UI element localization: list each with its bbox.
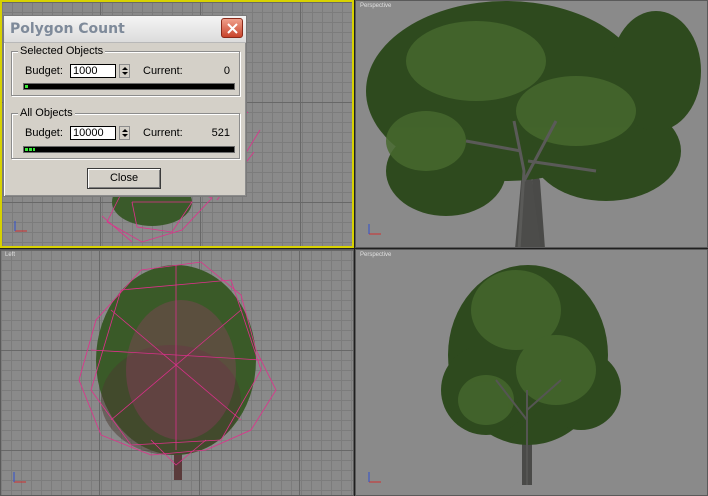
dialog-title: Polygon Count bbox=[10, 21, 125, 37]
spinner-up-icon[interactable] bbox=[122, 67, 128, 70]
close-icon[interactable] bbox=[221, 18, 243, 38]
viewport-bottom-right[interactable]: Perspective bbox=[355, 249, 708, 496]
spinner-up-icon[interactable] bbox=[122, 129, 128, 132]
dialog-titlebar[interactable]: Polygon Count bbox=[4, 16, 246, 43]
selected-budget-input[interactable]: 1000 bbox=[70, 64, 116, 78]
polygon-count-dialog: Polygon Count Selected Objects Budget: 1… bbox=[3, 15, 247, 197]
all-budget-input[interactable]: 10000 bbox=[70, 126, 116, 140]
all-current-value: 521 bbox=[211, 127, 230, 139]
current-label: Current: bbox=[143, 65, 183, 77]
current-label: Current: bbox=[143, 127, 183, 139]
axis-gizmo-icon bbox=[368, 472, 381, 483]
viewport-bottom-left[interactable]: Left bbox=[0, 249, 354, 496]
close-button[interactable]: Close bbox=[87, 168, 161, 189]
selected-objects-group: Selected Objects Budget: 1000 Current: 0 bbox=[11, 45, 240, 96]
tree-render-closeup bbox=[366, 1, 701, 247]
selected-progress-bar bbox=[23, 83, 235, 90]
all-budget-spinner[interactable] bbox=[119, 126, 130, 140]
spinner-down-icon[interactable] bbox=[122, 72, 128, 75]
progress-fill bbox=[25, 148, 35, 151]
axis-gizmo-icon bbox=[14, 221, 27, 232]
axis-gizmo-icon bbox=[13, 472, 26, 483]
group-legend: All Objects bbox=[18, 107, 75, 119]
tree-render-full bbox=[441, 265, 621, 485]
axis-gizmo-icon bbox=[368, 224, 381, 235]
spinner-down-icon[interactable] bbox=[122, 134, 128, 137]
viewport-top-right[interactable]: Perspective bbox=[355, 0, 708, 248]
selected-budget-spinner[interactable] bbox=[119, 64, 130, 78]
budget-label: Budget: bbox=[25, 65, 63, 77]
progress-fill bbox=[25, 85, 29, 88]
all-progress-bar bbox=[23, 146, 235, 153]
selected-current-value: 0 bbox=[223, 65, 230, 77]
group-legend: Selected Objects bbox=[18, 45, 106, 57]
budget-label: Budget: bbox=[25, 127, 63, 139]
tree-wireframe-left bbox=[78, 261, 277, 480]
all-objects-group: All Objects Budget: 10000 Current: 521 bbox=[11, 107, 240, 159]
